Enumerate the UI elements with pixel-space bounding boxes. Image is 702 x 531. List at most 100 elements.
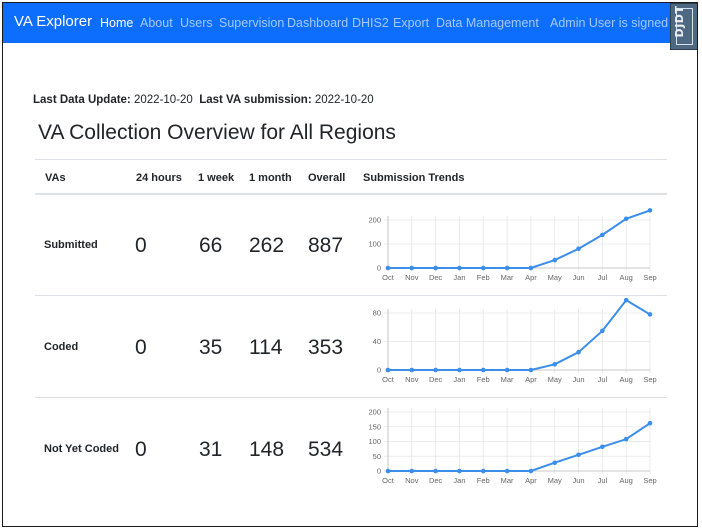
x-tick-label: Jul — [598, 273, 608, 282]
y-tick-label: 100 — [368, 240, 381, 249]
x-tick-label: Mar — [501, 375, 514, 384]
data-point — [552, 362, 558, 367]
brand-link[interactable]: VA Explorer — [14, 13, 92, 30]
signed-in-status: Admin User is signed in. — [550, 16, 685, 30]
x-tick-label: Jun — [572, 375, 584, 384]
x-tick-label: Jan — [453, 476, 465, 485]
x-tick-label: Sep — [643, 273, 656, 282]
not-yet-coded-1-week: 31 — [199, 438, 223, 461]
header-submission-trends: Submission Trends — [363, 172, 465, 184]
data-point — [504, 265, 510, 271]
data-point — [433, 367, 438, 373]
data-point — [600, 444, 605, 450]
x-tick-label: Feb — [477, 476, 490, 485]
nav-data-management[interactable]: Data Management — [436, 16, 539, 30]
coded-1-week: 35 — [199, 336, 223, 359]
data-point — [647, 312, 653, 317]
coded-24-hours: 0 — [135, 336, 147, 359]
nav-users[interactable]: Users — [180, 16, 213, 30]
data-point — [480, 265, 486, 271]
x-tick-label: Feb — [477, 375, 490, 384]
x-tick-label: Apr — [525, 375, 537, 384]
x-tick-label: Sep — [643, 375, 656, 384]
y-tick-label: 50 — [373, 452, 381, 461]
data-point — [409, 265, 415, 271]
not-yet-coded-trend-chart: Oct Nov Dec Jan Feb Mar Apr May Jun Jul Aug Sep 0 50 1… — [368, 408, 656, 486]
header-overall: Overall — [308, 172, 346, 184]
coded-overall: 353 — [308, 336, 344, 359]
data-point — [480, 367, 486, 373]
x-tick-label: Oct — [382, 375, 395, 384]
y-tick-label: 100 — [368, 437, 381, 446]
page-title: VA Collection Overview for All Regions — [38, 121, 396, 144]
navbar: VA Explorer Home About Users Supervision… — [3, 3, 697, 43]
x-tick-label: Jul — [598, 476, 608, 485]
submitted-trend-chart: Oct Nov Dec Jan Feb Mar Apr May Jun Jul Aug Sep 0 100… — [368, 208, 657, 282]
data-point — [409, 367, 415, 373]
last-submission-label: Last VA submission: — [199, 94, 312, 106]
data-point — [528, 468, 534, 474]
debug-toolbar-handle[interactable]: DJDT — [670, 3, 697, 50]
row-label-not-yet-coded: Not Yet Coded — [44, 443, 119, 455]
x-tick-label: Apr — [525, 273, 537, 282]
app-window: VA Explorer Home About Users Supervision… — [2, 2, 698, 527]
y-tick-label: 0 — [377, 467, 381, 476]
debug-toolbar-label: DJDT — [673, 5, 686, 38]
nav-about[interactable]: About — [140, 16, 173, 30]
x-tick-label: Oct — [382, 476, 395, 485]
x-tick-label: Oct — [382, 273, 395, 282]
header-24-hours: 24 hours — [136, 172, 182, 184]
submitted-24-hours: 0 — [135, 234, 147, 257]
submitted-1-month: 262 — [249, 234, 285, 257]
last-submission-value: 2022-10-20 — [314, 94, 374, 106]
nav-supervision[interactable]: Supervision — [219, 16, 284, 30]
x-tick-label: Mar — [501, 476, 514, 485]
last-update-label: Last Data Update: — [33, 94, 131, 106]
x-tick-label: Nov — [405, 476, 419, 485]
x-tick-label: Aug — [620, 375, 633, 384]
data-point — [576, 246, 581, 252]
nav-dhis2[interactable]: DHIS2 — [352, 16, 389, 30]
y-tick-label: 0 — [377, 366, 381, 375]
x-tick-label: Dec — [429, 476, 443, 485]
nav-export[interactable]: Export — [393, 16, 429, 30]
data-point — [433, 468, 438, 474]
data-point — [647, 420, 653, 426]
submitted-1-week: 66 — [199, 234, 223, 257]
x-tick-label: Aug — [620, 273, 633, 282]
data-point — [385, 367, 391, 373]
data-point — [409, 468, 415, 474]
data-point — [528, 367, 534, 373]
nav-dashboard[interactable]: Dashboard — [287, 16, 348, 30]
x-tick-label: Feb — [477, 273, 490, 282]
x-tick-label: Jun — [572, 476, 584, 485]
data-point — [385, 468, 391, 474]
data-point — [647, 208, 653, 213]
data-point — [623, 216, 629, 222]
data-point — [504, 367, 510, 373]
x-tick-label: Mar — [501, 273, 514, 282]
data-point — [457, 367, 462, 373]
x-tick-label: May — [548, 375, 562, 384]
x-tick-label: Apr — [525, 476, 537, 485]
header-vas: VAs — [45, 172, 66, 184]
trend-line — [388, 298, 651, 371]
x-tick-label: Nov — [405, 273, 419, 282]
table-top-border — [35, 159, 667, 160]
y-tick-label: 40 — [373, 337, 381, 346]
header-1-week: 1 week — [198, 172, 235, 184]
x-tick-label: Sep — [643, 476, 656, 485]
row-label-coded: Coded — [44, 341, 79, 353]
data-point — [504, 468, 510, 474]
y-tick-label: 80 — [373, 309, 381, 318]
x-tick-label: May — [548, 476, 562, 485]
x-tick-label: Dec — [429, 273, 443, 282]
coded-1-month: 114 — [249, 336, 283, 359]
data-point — [552, 257, 558, 263]
nav-home[interactable]: Home — [100, 16, 133, 30]
x-tick-label: Dec — [429, 375, 443, 384]
row-divider — [35, 397, 667, 398]
x-tick-label: Nov — [405, 375, 419, 384]
y-tick-label: 200 — [368, 216, 381, 225]
not-yet-coded-1-month: 148 — [249, 438, 285, 461]
